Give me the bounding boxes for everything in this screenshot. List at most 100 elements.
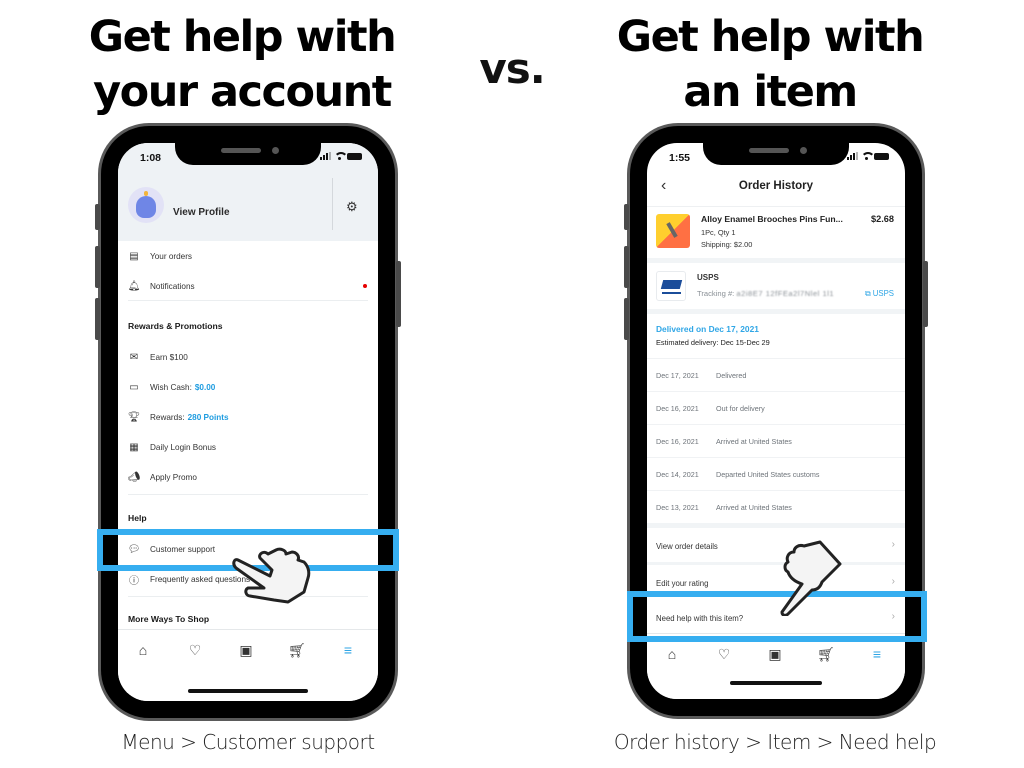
left-phone-screen: 1:08 View Profile ⚙ ▤ Your orders 🔔︎ Not… (118, 143, 378, 701)
home-icon[interactable]: ⌂ (133, 640, 153, 660)
event-date: Dec 17, 2021 (656, 371, 699, 380)
menu-item-daily-login[interactable]: ▦ Daily Login Bonus (118, 432, 378, 462)
vs-label: vs. (479, 44, 545, 93)
event-status: Arrived at United States (716, 503, 792, 512)
header-divider (332, 178, 333, 230)
event-date: Dec 16, 2021 (656, 437, 699, 446)
power-button (923, 261, 928, 327)
home-icon[interactable]: ⌂ (662, 644, 682, 664)
battery-icon (874, 152, 889, 160)
menu-item-rewards[interactable]: 🏆︎ Rewards: 280 Points (118, 402, 378, 432)
heart-icon[interactable]: ♡ (185, 640, 205, 660)
left-phone-frame: 1:08 View Profile ⚙ ▤ Your orders 🔔︎ Not… (95, 126, 401, 718)
left-headline-line2: your account (93, 67, 392, 117)
usps-tracking-link[interactable]: ⧉ USPS (865, 289, 894, 299)
question-icon: ⓘ (129, 575, 139, 587)
menu-item-label: Notifications (150, 281, 195, 291)
external-link-icon: ⧉ (865, 289, 871, 298)
tracking-event-row: Dec 14, 2021 Departed United States cust… (647, 457, 905, 490)
silent-switch (624, 204, 629, 230)
gear-icon[interactable]: ⚙ (346, 199, 358, 215)
product-shipping: Shipping: $2.00 (701, 240, 753, 249)
event-date: Dec 14, 2021 (656, 470, 699, 479)
menu-icon[interactable]: ≡ (338, 640, 358, 660)
status-time: 1:55 (669, 152, 691, 164)
product-row[interactable]: Alloy Enamel Brooches Pins Fun... $2.68 … (647, 208, 905, 260)
menu-item-label: Rewards: (150, 412, 185, 422)
wifi-icon (334, 152, 348, 160)
event-status: Delivered (716, 371, 747, 380)
rewards-section-title: Rewards & Promotions (128, 321, 223, 331)
tracking-label: Tracking #: (697, 289, 735, 298)
cart-icon[interactable]: 🛒︎ (816, 644, 836, 664)
product-thumbnail (656, 214, 690, 248)
view-profile-link[interactable]: View Profile (173, 207, 230, 218)
menu-item-earn[interactable]: ✉ Earn $100 (118, 342, 378, 372)
volume-down-button (95, 298, 100, 340)
menu-item-label: Earn $100 (150, 352, 188, 362)
menu-item-label: Wish Cash: (150, 382, 192, 392)
avatar[interactable] (128, 187, 164, 223)
envelope-icon: ✉ (129, 351, 139, 363)
left-headline: Get help with your account (72, 10, 412, 120)
tracking-event-row: Dec 16, 2021 Out for delivery (647, 391, 905, 424)
menu-item-label: Daily Login Bonus (150, 442, 216, 452)
tracking-value: a2i8E7 12fFEa2l7Nlel 1l1 (736, 289, 835, 298)
notch (703, 143, 849, 165)
chevron-right-icon: › (891, 539, 895, 550)
product-name: Alloy Enamel Brooches Pins Fun... (701, 214, 843, 224)
cart-icon[interactable]: 🛒︎ (287, 640, 307, 660)
help-section-title: Help (128, 513, 147, 523)
grid-icon[interactable]: ▣ (236, 640, 256, 660)
home-indicator (188, 689, 308, 693)
product-variant: 1Pc, Qty 1 (701, 228, 736, 237)
right-headline: Get help with an item (600, 10, 940, 120)
menu-item-apply-promo[interactable]: 📣︎ Apply Promo (118, 462, 378, 492)
orders-icon: ▤ (129, 250, 139, 262)
menu-item-your-orders[interactable]: ▤ Your orders (118, 241, 378, 271)
bell-icon: 🔔︎ (127, 280, 141, 292)
tracking-number: Tracking #: a2i8E7 12fFEa2l7Nlel 1l1 (697, 289, 834, 298)
tracking-event-row: Dec 16, 2021 Arrived at United States (647, 424, 905, 457)
event-date: Dec 16, 2021 (656, 404, 699, 413)
rewards-points-value: 280 Points (187, 412, 229, 422)
menu-item-wish-cash[interactable]: ▭ Wish Cash: $0.00 (118, 372, 378, 402)
usps-logo (656, 271, 686, 301)
tracking-event-row: Dec 13, 2021 Arrived at United States (647, 490, 905, 523)
bottom-nav: ⌂ ♡ ▣ 🛒︎ ≡ (118, 629, 378, 701)
event-status: Arrived at United States (716, 437, 792, 446)
volume-up-button (624, 246, 629, 288)
event-status: Out for delivery (716, 404, 765, 413)
more-ways-section-title: More Ways To Shop (128, 614, 210, 624)
left-caption: Menu > Customer support (121, 730, 375, 754)
nav-bar: ‹ Order History (647, 167, 905, 207)
megaphone-icon: 📣︎ (127, 471, 141, 483)
right-caption: Order history > Item > Need help (613, 730, 937, 754)
signal-icon (847, 152, 858, 160)
heart-icon[interactable]: ♡ (714, 644, 734, 664)
menu-item-label: Apply Promo (150, 472, 197, 482)
left-headline-line1: Get help with (88, 12, 397, 62)
notification-dot (363, 284, 367, 288)
action-label: Edit your rating (656, 579, 709, 588)
right-headline-line2: an item (683, 67, 858, 117)
grid-icon[interactable]: ▣ (765, 644, 785, 664)
pointing-hand-icon (780, 540, 842, 616)
wifi-icon (861, 152, 875, 160)
action-label: View order details (656, 542, 718, 551)
silent-switch (95, 204, 100, 230)
menu-icon[interactable]: ≡ (867, 644, 887, 664)
section-divider (647, 309, 905, 314)
wish-cash-value: $0.00 (194, 382, 216, 392)
tracking-event-row: Dec 17, 2021 Delivered (647, 358, 905, 391)
shipment-row: USPS Tracking #: a2i8E7 12fFEa2l7Nlel 1l… (647, 263, 905, 311)
signal-icon (320, 152, 331, 160)
menu-item-notifications[interactable]: 🔔︎ Notifications (118, 271, 378, 301)
notch (175, 143, 321, 165)
chevron-right-icon: › (891, 576, 895, 587)
product-price: $2.68 (871, 214, 894, 224)
status-time: 1:08 (140, 152, 162, 164)
power-button (396, 261, 401, 327)
volume-down-button (624, 298, 629, 340)
wallet-icon: ▭ (129, 381, 139, 393)
